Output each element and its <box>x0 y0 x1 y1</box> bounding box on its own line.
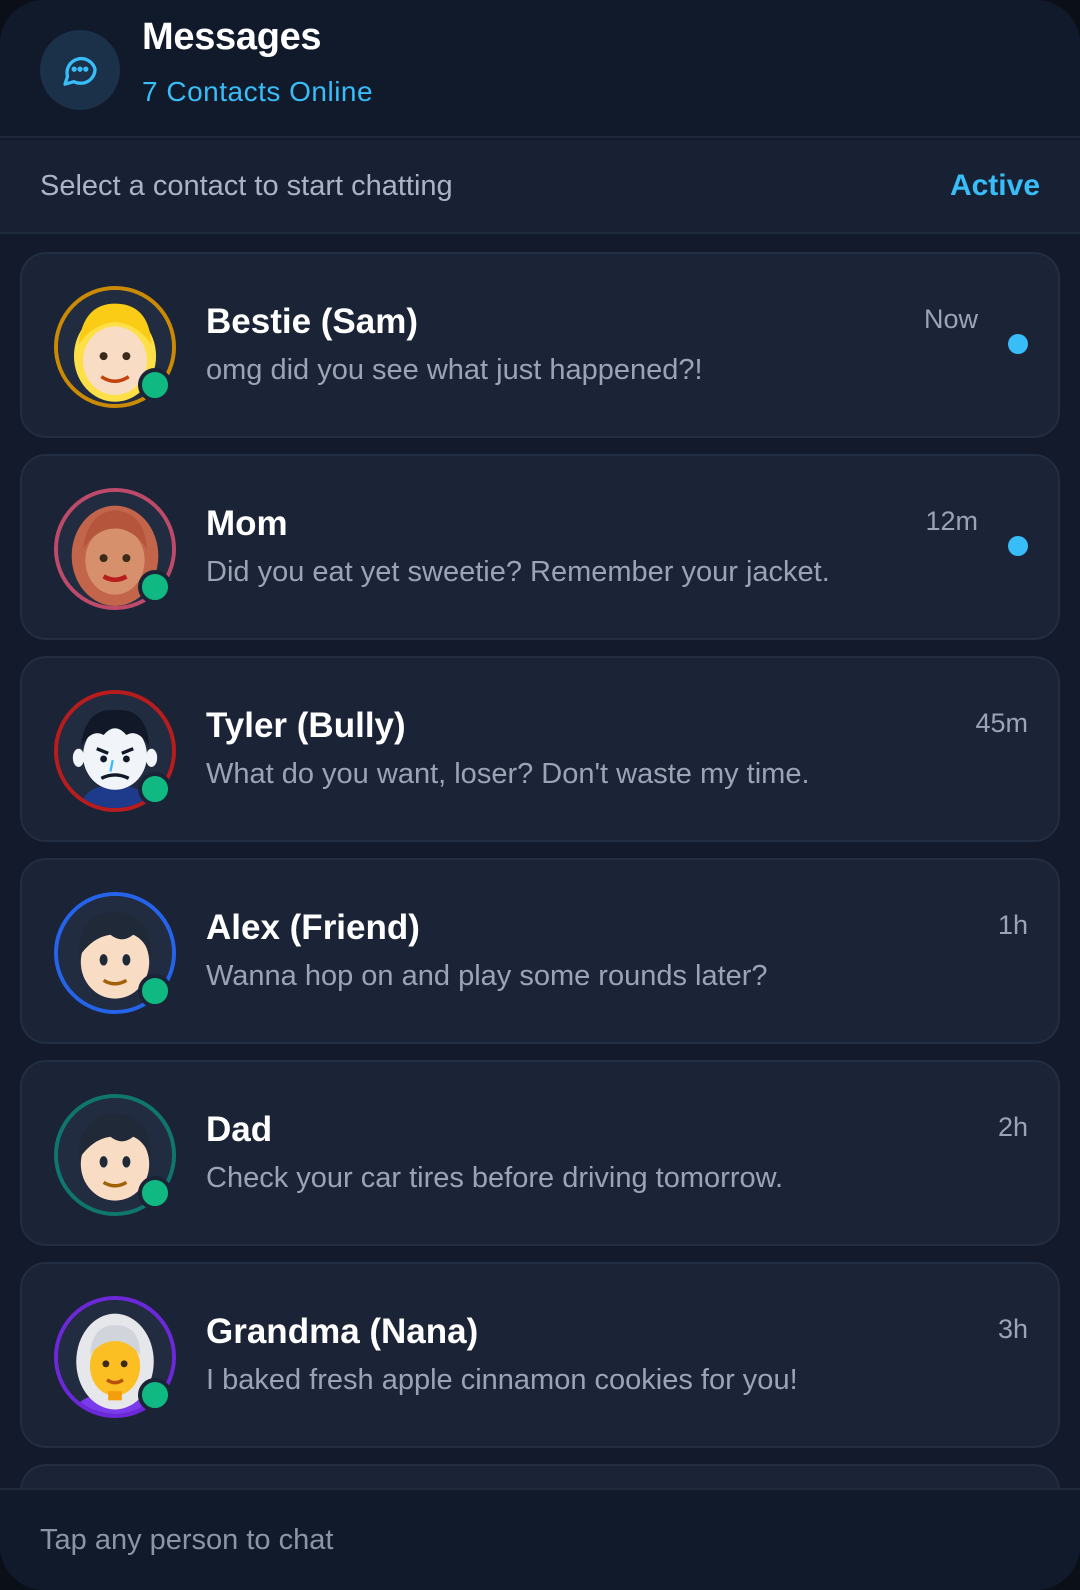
online-indicator <box>138 1378 172 1412</box>
contact-card[interactable]: Grandma (Nana) I baked fresh apple cinna… <box>20 1262 1060 1448</box>
message-preview: What do you want, loser? Don't waste my … <box>206 758 810 790</box>
message-time: 45m <box>975 708 1028 738</box>
footer-hint: Tap any person to chat <box>40 1524 334 1556</box>
page-title: Messages <box>142 16 322 58</box>
online-indicator <box>138 772 172 806</box>
header: Messages 7 Contacts Online <box>0 0 1080 138</box>
footer: Tap any person to chat <box>0 1488 1080 1590</box>
messages-screen: Messages 7 Contacts Online Select a cont… <box>0 0 1080 1590</box>
contact-card[interactable]: Bestie (Sam) omg did you see what just h… <box>20 252 1060 438</box>
chat-bubble-icon <box>40 30 120 110</box>
message-preview: omg did you see what just happened?! <box>206 354 703 386</box>
online-indicator <box>138 1176 172 1210</box>
contact-name: Dad <box>206 1110 273 1149</box>
contact-name: Tyler (Bully) <box>206 706 406 745</box>
message-time: 12m <box>925 506 978 536</box>
online-count: 7 Contacts Online <box>142 76 374 107</box>
message-preview: Wanna hop on and play some rounds later? <box>206 960 768 992</box>
contact-name: Bestie (Sam) <box>206 302 419 341</box>
unread-indicator <box>1008 334 1028 354</box>
message-time: 1h <box>997 910 1028 940</box>
contact-card[interactable]: Dad Check your car tires before driving … <box>20 1060 1060 1246</box>
contact-card[interactable]: Tyler (Bully) What do you want, loser? D… <box>20 656 1060 842</box>
contact-name: Mom <box>206 504 288 543</box>
select-contact-prompt: Select a contact to start chatting <box>40 170 453 202</box>
online-indicator <box>138 974 172 1008</box>
contact-name: Grandma (Nana) <box>206 1312 479 1351</box>
status-badge: Active <box>949 169 1040 202</box>
contact-list[interactable]: Bestie (Sam) omg did you see what just h… <box>0 236 1080 1488</box>
status-bar: Select a contact to start chatting Activ… <box>0 140 1080 234</box>
message-time: 3h <box>997 1314 1028 1344</box>
contact-name: Alex (Friend) <box>206 908 420 947</box>
message-time: 2h <box>997 1112 1028 1142</box>
contact-card[interactable]: Mom Did you eat yet sweetie? Remember yo… <box>20 454 1060 640</box>
message-preview: Did you eat yet sweetie? Remember your j… <box>206 556 830 588</box>
unread-indicator <box>1008 536 1028 556</box>
contact-card[interactable]: Alex (Friend) Wanna hop on and play some… <box>20 858 1060 1044</box>
contact-card[interactable] <box>20 1464 1060 1488</box>
online-indicator <box>138 570 172 604</box>
message-preview: Check your car tires before driving tomo… <box>206 1162 783 1194</box>
message-time: Now <box>923 304 978 334</box>
online-indicator <box>138 368 172 402</box>
message-preview: I baked fresh apple cinnamon cookies for… <box>206 1364 798 1396</box>
